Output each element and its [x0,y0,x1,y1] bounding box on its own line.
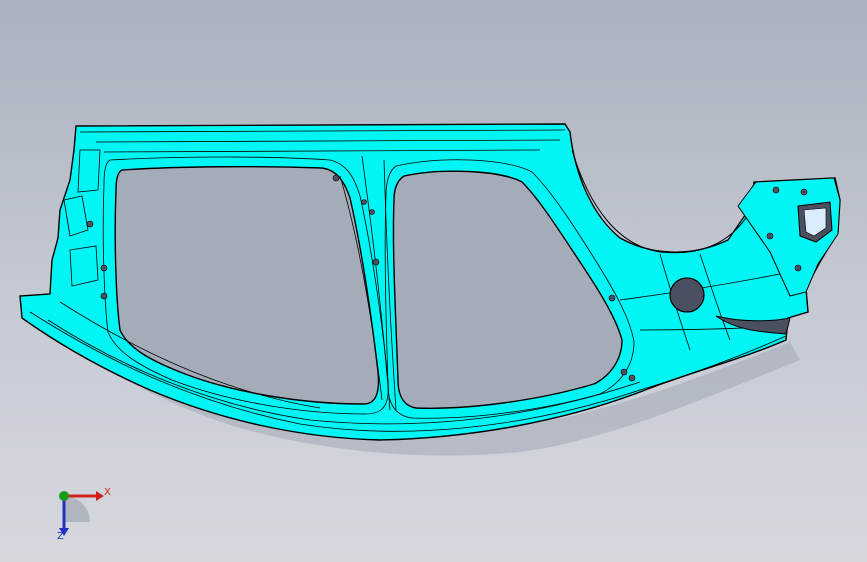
triad-backdrop-icon [64,496,90,522]
triad-x-label: X [104,487,111,498]
x-axis-arrowhead-icon [96,491,104,501]
reference-triad: X Z [44,480,124,550]
cad-model[interactable] [0,0,867,562]
graphics-viewport[interactable]: X Z [0,0,867,562]
y-axis-dot-icon [59,491,69,501]
fuel-filler-hole [669,277,705,313]
triad-graphic [59,491,104,536]
triad-z-label: Z [57,531,64,542]
